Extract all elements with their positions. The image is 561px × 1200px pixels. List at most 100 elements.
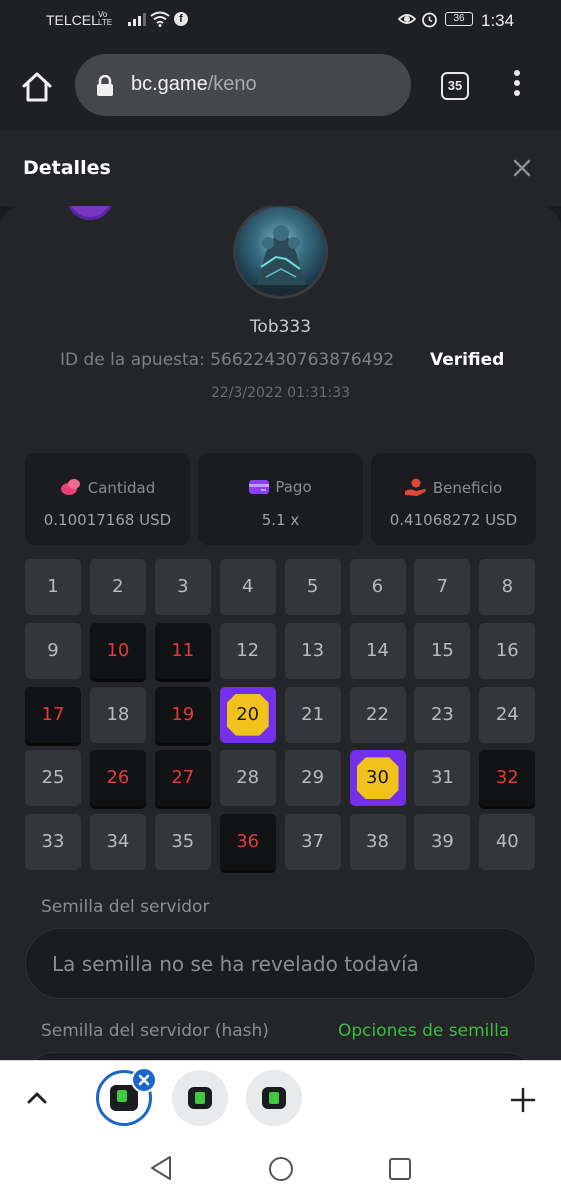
keno-cell: 3 — [154, 559, 211, 615]
wifi-icon — [150, 11, 170, 27]
keno-cell: 37 — [284, 814, 341, 871]
keno-cell: 29 — [284, 750, 341, 807]
details-header: Detalles — [0, 130, 561, 206]
stat-payout-value: 5.1 x — [261, 511, 300, 529]
keno-cell: 15 — [414, 622, 471, 679]
gem-icon: 20 — [226, 693, 269, 736]
keno-cell-picked: 10 — [89, 622, 146, 679]
keno-cell: 24 — [479, 686, 536, 743]
keno-cell-hit: 20 — [219, 686, 276, 743]
overflow-menu-icon[interactable] — [508, 70, 526, 102]
keno-cell: 31 — [414, 750, 471, 807]
keno-cell: 21 — [284, 686, 341, 743]
keno-cell: 13 — [284, 622, 341, 679]
seed-options-link[interactable]: Opciones de semilla — [338, 1021, 509, 1041]
keno-cell: 34 — [89, 814, 146, 871]
details-title: Detalles — [23, 157, 111, 179]
server-seed-label: Semilla del servidor — [41, 897, 210, 917]
keno-cell: 5 — [284, 559, 341, 615]
clock-time: 1:34 — [481, 11, 515, 30]
keno-cell: 7 — [414, 559, 471, 615]
keno-cell: 28 — [219, 750, 276, 807]
card-icon — [249, 480, 270, 494]
previous-avatar — [66, 206, 114, 220]
keno-cell: 35 — [154, 814, 211, 871]
bcgame-favicon-icon — [262, 1087, 286, 1109]
address-bar[interactable]: bc.game/keno — [75, 54, 411, 116]
keno-cell: 22 — [349, 686, 406, 743]
browser-toolbar: bc.game/keno 35 — [0, 44, 561, 130]
close-tab-icon[interactable] — [131, 1067, 157, 1093]
home-icon[interactable] — [20, 70, 54, 104]
stat-profit: Beneficio 0.41068272 USD — [371, 453, 536, 545]
keno-cell-picked: 26 — [89, 750, 146, 807]
bet-details-card: Tob333 ID de la apuesta: 566224307638764… — [0, 206, 561, 1060]
keno-cell: 2 — [89, 559, 146, 615]
profit-hand-icon — [404, 478, 426, 496]
status-bar: TELCEL Vo LTE f 36 1:34 — [0, 0, 561, 44]
system-nav-bar — [0, 1136, 561, 1200]
keno-cell: 33 — [25, 814, 81, 871]
verified-button[interactable]: Verified — [430, 350, 504, 370]
stat-amount: Cantidad 0.10017168 USD — [25, 453, 190, 545]
carrier-label: TELCEL — [46, 12, 99, 28]
tab-switcher-button[interactable]: 35 — [441, 72, 469, 100]
keno-cell: 6 — [349, 559, 406, 615]
keno-cell-hit: 30 — [349, 750, 406, 807]
tab-strip — [0, 1060, 561, 1136]
recent-apps-icon[interactable] — [388, 1157, 412, 1181]
stat-payout-label: Pago — [275, 478, 312, 496]
keno-cell-picked: 32 — [479, 750, 536, 807]
url-host: bc.game — [131, 73, 208, 95]
coins-icon — [60, 479, 80, 495]
url-text: bc.game/keno — [131, 73, 257, 96]
stat-profit-label: Beneficio — [432, 479, 503, 497]
keno-cell-picked: 19 — [154, 686, 211, 743]
server-seed-hash-label: Semilla del servidor (hash) — [41, 1021, 269, 1041]
stat-profit-value: 0.41068272 USD — [389, 511, 518, 529]
keno-cell: 14 — [349, 622, 406, 679]
stat-amount-value: 0.10017168 USD — [43, 511, 172, 529]
bet-datetime: 22/3/2022 01:31:33 — [210, 385, 351, 401]
keno-cell-picked: 11 — [154, 622, 211, 679]
stat-amount-label: Cantidad — [87, 479, 156, 497]
keno-cell-picked: 27 — [154, 750, 211, 807]
plus-icon[interactable] — [510, 1087, 536, 1113]
keno-cell: 1 — [25, 559, 81, 615]
alarm-icon — [422, 12, 437, 28]
chevron-up-icon[interactable] — [26, 1089, 48, 1105]
battery-icon: 36 — [445, 12, 473, 26]
tab-thumbnail[interactable] — [172, 1070, 228, 1126]
keno-cell: 4 — [219, 559, 276, 615]
keno-cell: 8 — [479, 559, 536, 615]
details-content[interactable]: Tob333 ID de la apuesta: 566224307638764… — [0, 206, 561, 1060]
avatar[interactable] — [233, 206, 328, 299]
keno-cell: 40 — [479, 814, 536, 871]
stat-payout: Pago 5.1 x — [198, 453, 363, 545]
keno-cell: 16 — [479, 622, 536, 679]
keno-cell: 38 — [349, 814, 406, 871]
keno-cell: 18 — [89, 686, 146, 743]
keno-cell: 9 — [25, 622, 81, 679]
keno-grid: 1 2 3 4 5 6 7 8 9 10 11 12 13 14 15 16 17 18 19 20 21 22 23 24 2… — [25, 559, 536, 874]
facebook-icon: f — [174, 12, 188, 26]
tab-thumbnail[interactable] — [246, 1070, 302, 1126]
server-seed-hash-field[interactable] — [25, 1052, 536, 1060]
keno-cell: 23 — [414, 686, 471, 743]
close-icon[interactable] — [511, 157, 533, 179]
server-seed-field[interactable] — [25, 928, 536, 999]
url-path: /keno — [207, 73, 257, 95]
keno-cell: 12 — [219, 622, 276, 679]
back-icon[interactable] — [148, 1155, 174, 1181]
server-seed-input[interactable] — [52, 948, 512, 980]
signal-icon — [128, 13, 146, 26]
volte-indicator: Vo LTE — [98, 10, 113, 27]
bcgame-favicon-icon — [188, 1087, 212, 1109]
keno-cell-picked: 17 — [25, 686, 81, 743]
home-circle-icon[interactable] — [268, 1156, 294, 1182]
avatar-image — [236, 225, 325, 296]
username: Tob333 — [249, 317, 312, 337]
keno-cell: 39 — [414, 814, 471, 871]
lock-icon — [97, 75, 113, 96]
keno-cell: 25 — [25, 750, 81, 807]
